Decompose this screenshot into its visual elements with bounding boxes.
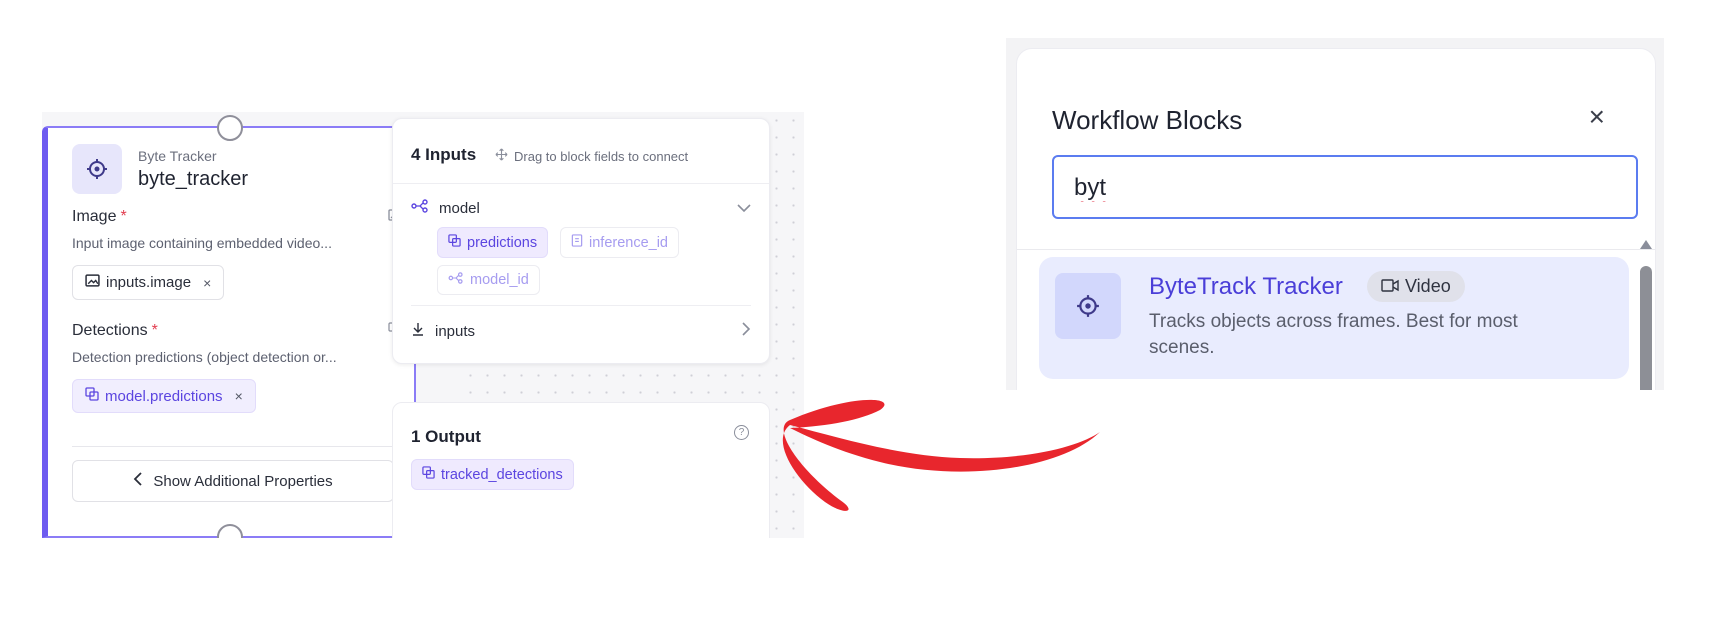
input-connector-handle[interactable] [217,115,243,141]
red-arrow-annotation [782,399,1100,511]
